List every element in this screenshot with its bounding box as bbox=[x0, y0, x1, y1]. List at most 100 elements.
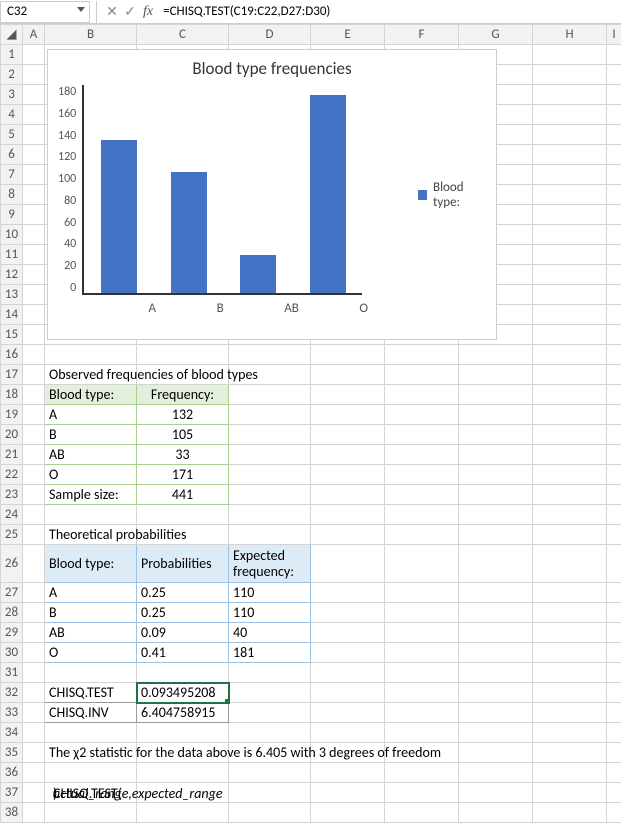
row-header[interactable]: 20 bbox=[1, 425, 23, 445]
table1-header[interactable]: Blood type: bbox=[45, 385, 137, 405]
col-header[interactable]: F bbox=[385, 25, 459, 45]
row-header[interactable]: 7 bbox=[1, 165, 23, 185]
row-header[interactable]: 8 bbox=[1, 185, 23, 205]
row-header[interactable]: 33 bbox=[1, 703, 23, 723]
cell[interactable]: B bbox=[45, 425, 137, 445]
col-header[interactable]: I bbox=[607, 25, 621, 45]
chisq-inv-value[interactable]: 6.404758915 bbox=[137, 703, 229, 723]
cell[interactable]: 33 bbox=[137, 445, 229, 465]
spreadsheet-grid[interactable]: ◢ A B C D E F G H I 1 2 3 4 5 6 7 8 9 10… bbox=[0, 24, 621, 823]
chart-bar bbox=[171, 172, 207, 293]
cell[interactable]: 181 bbox=[229, 643, 311, 663]
cell[interactable]: A bbox=[45, 583, 137, 603]
table2-header[interactable]: Probabilities bbox=[137, 545, 229, 583]
row-header[interactable]: 10 bbox=[1, 225, 23, 245]
row-header[interactable]: 5 bbox=[1, 125, 23, 145]
row-header[interactable]: 4 bbox=[1, 105, 23, 125]
row-header[interactable]: 14 bbox=[1, 305, 23, 325]
chart[interactable]: Blood type frequencies 180160 140120 100… bbox=[47, 49, 497, 340]
syntax-text[interactable]: CHISQ.TEST(actual_range,expected_range) bbox=[45, 783, 137, 803]
chevron-down-icon[interactable] bbox=[77, 7, 85, 12]
row-header[interactable]: 34 bbox=[1, 723, 23, 743]
cell[interactable]: O bbox=[45, 465, 137, 485]
row-header[interactable]: 3 bbox=[1, 85, 23, 105]
cell[interactable]: 132 bbox=[137, 405, 229, 425]
table1-header[interactable]: Frequency: bbox=[137, 385, 229, 405]
cell[interactable]: 40 bbox=[229, 623, 311, 643]
chisq-inv-label[interactable]: CHISQ.INV bbox=[45, 703, 137, 723]
name-box[interactable]: C32 bbox=[0, 1, 90, 23]
chart-legend: Blood type: bbox=[418, 85, 486, 305]
chart-xaxis: A B AB O bbox=[118, 301, 398, 316]
confirm-icon[interactable]: ✓ bbox=[121, 3, 139, 20]
row-header[interactable]: 17 bbox=[1, 365, 23, 385]
cell[interactable]: AB bbox=[45, 623, 137, 643]
row-header[interactable]: 29 bbox=[1, 623, 23, 643]
row-header[interactable]: 19 bbox=[1, 405, 23, 425]
cell[interactable]: O bbox=[45, 643, 137, 663]
row-header[interactable]: 18 bbox=[1, 385, 23, 405]
cell[interactable]: 0.25 bbox=[137, 603, 229, 623]
row-header[interactable]: 12 bbox=[1, 265, 23, 285]
select-all-corner[interactable]: ◢ bbox=[1, 25, 23, 45]
cell[interactable]: 0.25 bbox=[137, 583, 229, 603]
row-header[interactable]: 15 bbox=[1, 325, 23, 345]
row-header[interactable]: 25 bbox=[1, 525, 23, 545]
table1-title[interactable]: Observed frequencies of blood types bbox=[45, 365, 137, 385]
cell[interactable]: A bbox=[45, 405, 137, 425]
chisq-test-value[interactable]: 0.093495208 bbox=[137, 683, 229, 703]
table2-header[interactable]: Expected frequency: bbox=[229, 545, 311, 583]
row-header[interactable]: 36 bbox=[1, 763, 23, 783]
chart-bar bbox=[240, 255, 276, 293]
col-header[interactable]: D bbox=[229, 25, 311, 45]
cell[interactable]: 0.09 bbox=[137, 623, 229, 643]
col-header[interactable]: E bbox=[311, 25, 385, 45]
row-header[interactable]: 38 bbox=[1, 803, 23, 823]
table2-title[interactable]: Theoretical probabilities bbox=[45, 525, 137, 545]
formula-input[interactable] bbox=[159, 4, 621, 19]
cell[interactable]: 110 bbox=[229, 603, 311, 623]
row-header[interactable]: 6 bbox=[1, 145, 23, 165]
cell[interactable]: 0.41 bbox=[137, 643, 229, 663]
row-header[interactable]: 22 bbox=[1, 465, 23, 485]
col-header[interactable]: B bbox=[45, 25, 137, 45]
fx-icon[interactable]: fx bbox=[143, 4, 153, 20]
row-header[interactable]: 27 bbox=[1, 583, 23, 603]
row-header[interactable]: 21 bbox=[1, 445, 23, 465]
row-header[interactable]: 35 bbox=[1, 743, 23, 763]
row-header[interactable]: 32 bbox=[1, 683, 23, 703]
cell[interactable]: B bbox=[45, 603, 137, 623]
note-text[interactable]: The χ2 statistic for the data above is 6… bbox=[45, 743, 137, 763]
cell[interactable]: 171 bbox=[137, 465, 229, 485]
row-header[interactable]: 2 bbox=[1, 65, 23, 85]
cell[interactable]: 441 bbox=[137, 485, 229, 505]
chisq-test-label[interactable]: CHISQ.TEST bbox=[45, 683, 137, 703]
chart-bar bbox=[310, 95, 346, 293]
row-header[interactable]: 30 bbox=[1, 643, 23, 663]
col-header[interactable]: H bbox=[533, 25, 607, 45]
row-header[interactable]: 1 bbox=[1, 45, 23, 65]
separator bbox=[96, 1, 97, 23]
col-header[interactable]: G bbox=[459, 25, 533, 45]
chart-plot-area bbox=[82, 85, 362, 295]
cell[interactable]: 105 bbox=[137, 425, 229, 445]
row-header[interactable]: 31 bbox=[1, 663, 23, 683]
cancel-icon[interactable]: ✕ bbox=[103, 3, 121, 20]
row-header[interactable]: 13 bbox=[1, 285, 23, 305]
chart-yaxis: 180160 140120 10080 6040 200 bbox=[58, 85, 82, 295]
fill-handle[interactable] bbox=[225, 699, 229, 703]
row-header[interactable]: 26 bbox=[1, 545, 23, 583]
row-header[interactable]: 11 bbox=[1, 245, 23, 265]
row-header[interactable]: 28 bbox=[1, 603, 23, 623]
row-header[interactable]: 9 bbox=[1, 205, 23, 225]
col-header[interactable]: A bbox=[23, 25, 45, 45]
cell[interactable]: 110 bbox=[229, 583, 311, 603]
row-header[interactable]: 23 bbox=[1, 485, 23, 505]
cell[interactable]: AB bbox=[45, 445, 137, 465]
row-header[interactable]: 16 bbox=[1, 345, 23, 365]
row-header[interactable]: 37 bbox=[1, 783, 23, 803]
cell[interactable]: Sample size: bbox=[45, 485, 137, 505]
table2-header[interactable]: Blood type: bbox=[45, 545, 137, 583]
row-header[interactable]: 24 bbox=[1, 505, 23, 525]
col-header[interactable]: C bbox=[137, 25, 229, 45]
